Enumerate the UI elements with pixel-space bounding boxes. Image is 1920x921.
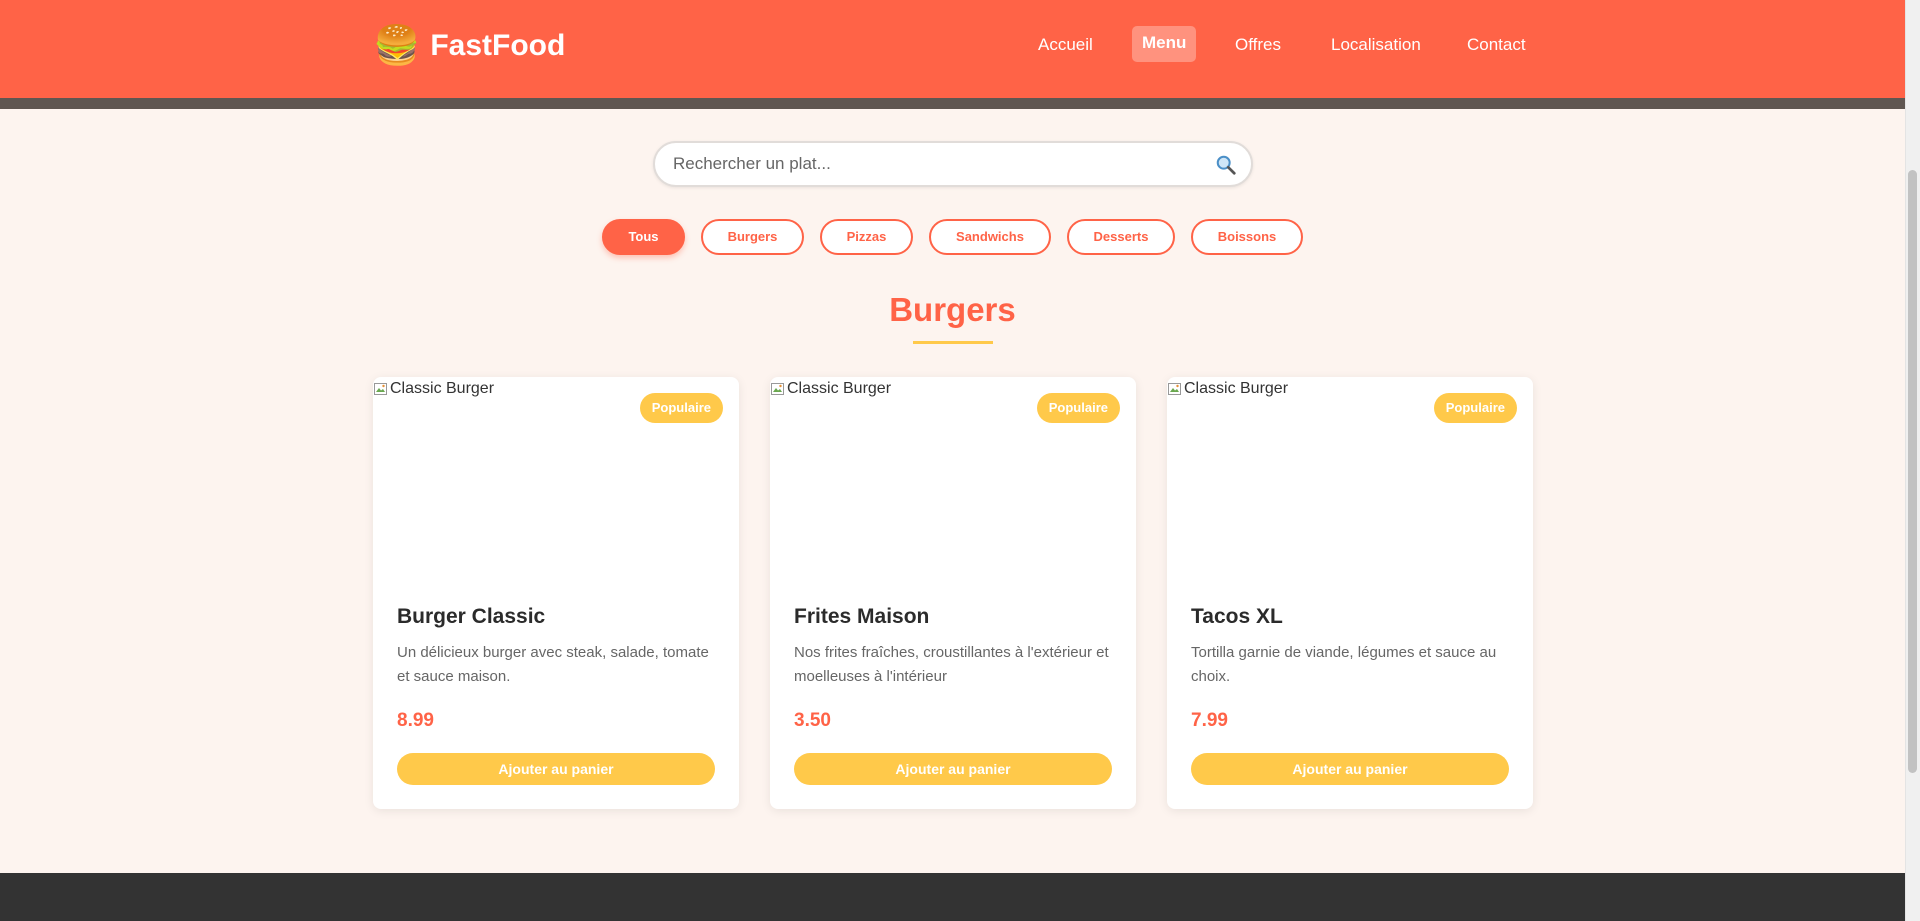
product-price: 8.99 bbox=[397, 710, 434, 731]
add-to-cart-button[interactable]: Ajouter au panier bbox=[1191, 753, 1509, 785]
product-name: Tacos XL bbox=[1191, 605, 1283, 628]
product-name: Burger Classic bbox=[397, 605, 546, 628]
section-title: Burgers bbox=[889, 291, 1016, 328]
product-description: Nos frites fraîches, croustillantes à l'… bbox=[794, 644, 1109, 685]
site-footer bbox=[0, 873, 1905, 921]
search-bar bbox=[653, 141, 1253, 187]
broken-image-placeholder: Classic Burger bbox=[770, 377, 891, 401]
filter-burgers[interactable]: Burgers bbox=[701, 219, 804, 255]
product-card: Classic Burger Populaire Frites Maison N… bbox=[770, 377, 1136, 809]
image-alt-text: Classic Burger bbox=[1184, 380, 1289, 397]
nav-item-accueil[interactable]: Accueil bbox=[1038, 26, 1093, 62]
image-alt-text: Classic Burger bbox=[390, 380, 495, 397]
add-to-cart-button[interactable]: Ajouter au panier bbox=[794, 753, 1112, 785]
nav-item-contact[interactable]: Contact bbox=[1467, 26, 1526, 62]
filter-boissons[interactable]: Boissons bbox=[1191, 219, 1303, 255]
scrollbar-thumb[interactable] bbox=[1908, 170, 1917, 773]
logo-text: FastFood bbox=[430, 29, 566, 62]
popular-badge: Populaire bbox=[639, 393, 723, 423]
popular-badge: Populaire bbox=[1433, 393, 1517, 423]
filter-tous[interactable]: Tous bbox=[602, 219, 685, 255]
product-description: Tortilla garnie de viande, légumes et sa… bbox=[1191, 644, 1497, 685]
nav-item-offres[interactable]: Offres bbox=[1235, 26, 1281, 62]
broken-image-icon bbox=[1168, 383, 1181, 395]
product-card: Classic Burger Populaire Tacos XL Tortil… bbox=[1167, 377, 1533, 809]
product-name: Frites Maison bbox=[794, 605, 930, 628]
broken-image-placeholder: Classic Burger bbox=[1167, 377, 1288, 401]
add-to-cart-button[interactable]: Ajouter au panier bbox=[397, 753, 715, 785]
filter-pizzas[interactable]: Pizzas bbox=[820, 219, 913, 255]
broken-image-placeholder: Classic Burger bbox=[373, 377, 494, 401]
search-input[interactable] bbox=[673, 143, 1193, 185]
header-divider bbox=[0, 98, 1905, 109]
broken-image-icon bbox=[374, 383, 387, 395]
product-card: Classic Burger Populaire Burger Classic … bbox=[373, 377, 739, 809]
nav-item-menu[interactable]: Menu bbox=[1132, 26, 1197, 62]
title-underline bbox=[913, 341, 993, 344]
burger-logo-icon: 🍔 bbox=[373, 25, 421, 67]
filter-desserts[interactable]: Desserts bbox=[1067, 219, 1175, 255]
popular-badge: Populaire bbox=[1036, 393, 1120, 423]
search-icon[interactable] bbox=[1215, 154, 1237, 176]
product-description: Un délicieux burger avec steak, salade, … bbox=[397, 644, 709, 685]
filter-sandwichs[interactable]: Sandwichs bbox=[929, 219, 1051, 255]
site-header: 🍔 FastFood Accueil Menu Offres Localisat… bbox=[0, 0, 1905, 98]
product-price: 7.99 bbox=[1191, 710, 1228, 731]
product-price: 3.50 bbox=[794, 710, 831, 731]
broken-image-icon bbox=[771, 383, 784, 395]
logo[interactable]: 🍔 FastFood bbox=[373, 22, 565, 70]
nav-item-localisation[interactable]: Localisation bbox=[1331, 26, 1421, 62]
image-alt-text: Classic Burger bbox=[787, 380, 892, 397]
